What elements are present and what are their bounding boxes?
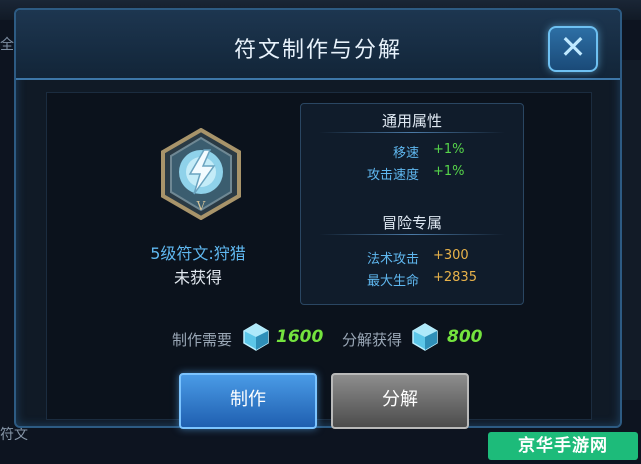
svg-text:V: V	[196, 199, 206, 213]
close-icon: ✕	[559, 28, 587, 66]
rune-lightning-emblem-icon: V	[161, 128, 241, 220]
adventure-attributes-title: 冒险专属	[381, 214, 442, 232]
attribute-label: 法术攻击	[366, 252, 419, 267]
watermark: 京华手游网	[488, 432, 638, 460]
modal-header: 符文制作与分解 ✕	[16, 10, 620, 80]
attribute-value: +1%	[433, 164, 465, 179]
modal-title: 符文制作与分解	[233, 38, 402, 63]
attribute-panel: 通用属性 移速 +1% 攻击速度 +1% 冒险专属 法术攻击 +300 最大生命…	[300, 103, 524, 305]
attribute-value: +1%	[433, 142, 465, 157]
attribute-label: 攻击速度	[366, 168, 419, 183]
divider	[319, 234, 505, 235]
decompose-gain-label: 分解获得	[342, 331, 403, 349]
make-cost-label: 制作需要	[172, 331, 233, 349]
make-cost-value: 1600	[276, 327, 324, 347]
rune-status: 未获得	[173, 268, 222, 287]
rune-name: 5级符文:狩猎	[150, 244, 246, 263]
attribute-value: +2835	[433, 270, 477, 285]
attribute-value: +300	[433, 248, 469, 263]
divider	[319, 132, 505, 133]
decompose-button[interactable]: 分解	[331, 373, 469, 429]
attribute-label: 最大生命	[366, 274, 419, 289]
background-side-panel	[619, 60, 641, 400]
attribute-label: 移速	[392, 146, 419, 161]
crystal-icon	[243, 323, 269, 351]
crystal-icon	[412, 323, 438, 351]
close-button[interactable]: ✕	[548, 26, 598, 72]
general-attributes-title: 通用属性	[381, 112, 442, 130]
decompose-gain-value: 800	[447, 327, 483, 347]
make-button[interactable]: 制作	[179, 373, 317, 429]
